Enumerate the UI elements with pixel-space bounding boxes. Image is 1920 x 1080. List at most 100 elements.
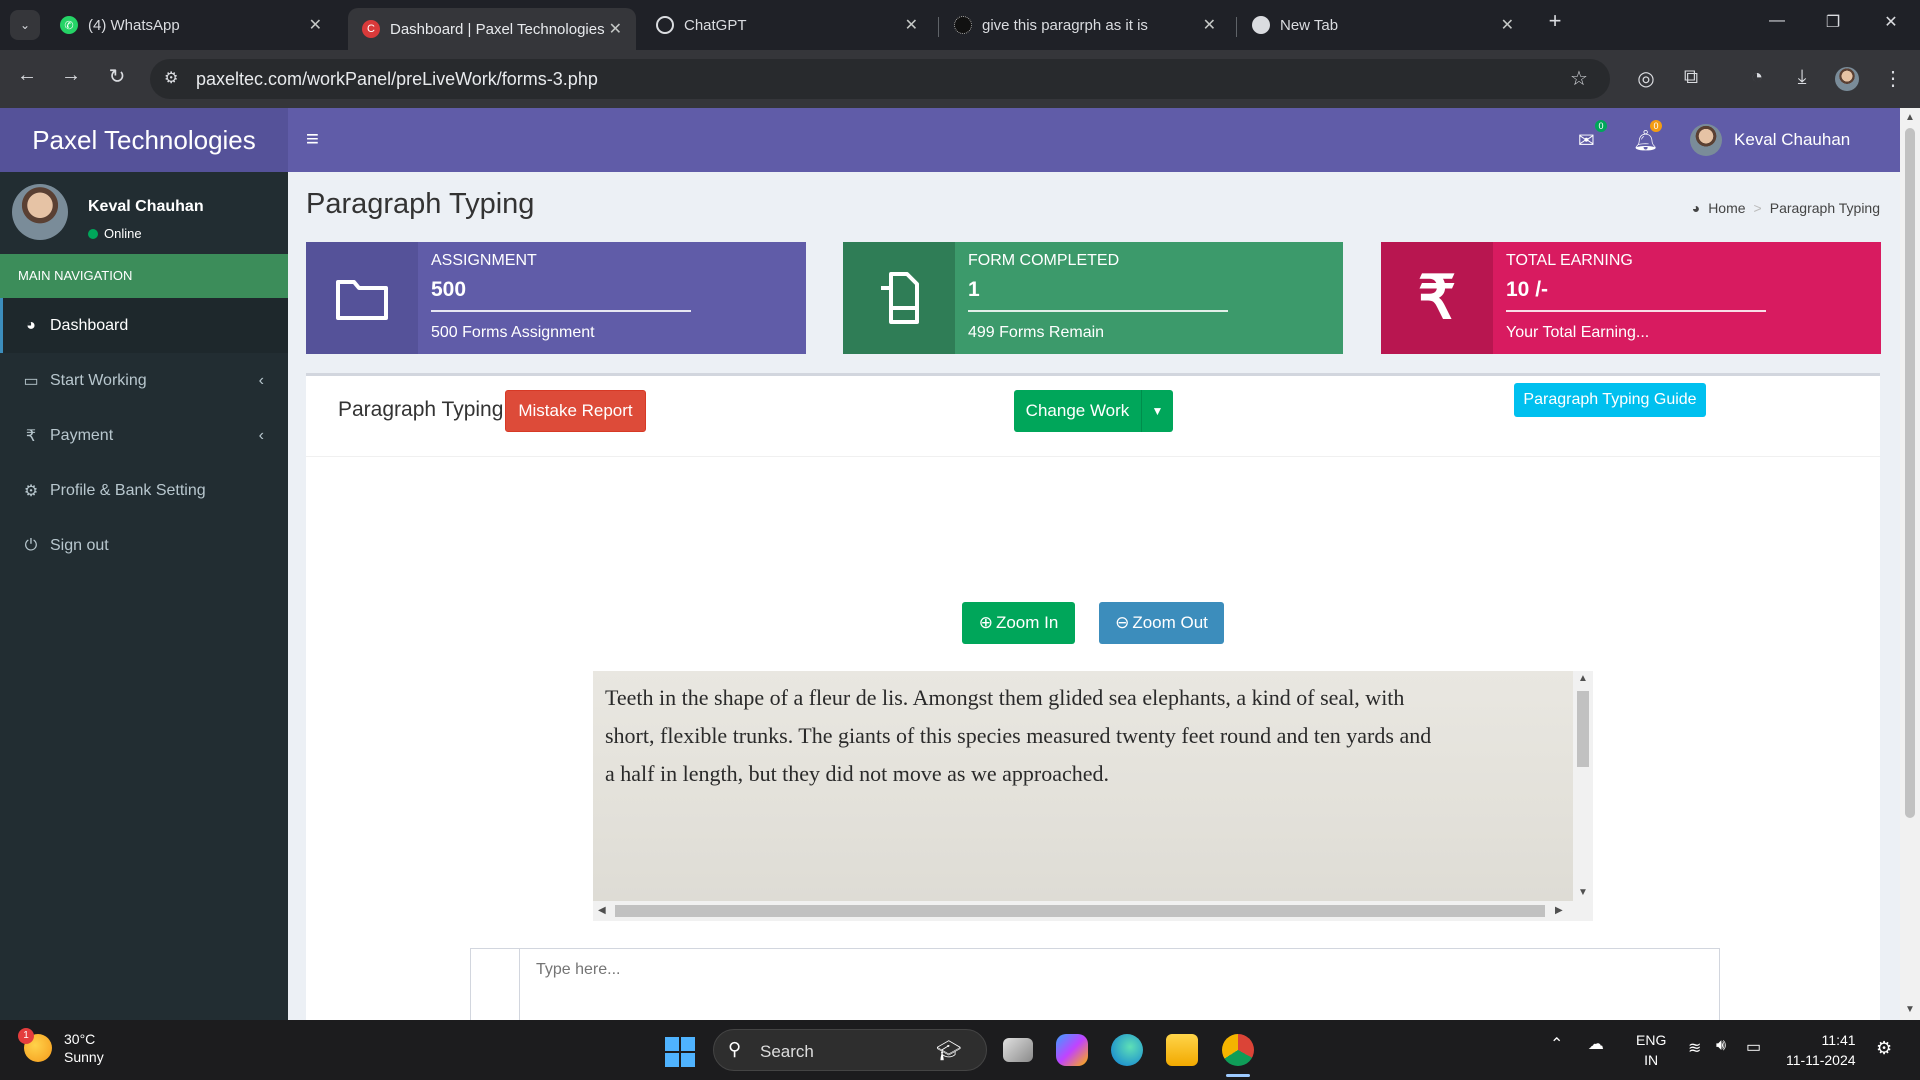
download-icon[interactable]: ⤓ — [1789, 66, 1815, 89]
close-tab-icon[interactable]: ✕ — [309, 15, 322, 35]
weather-temperature: 30°C — [64, 1031, 96, 1047]
user-avatar — [12, 184, 68, 240]
zoom-out-button[interactable]: ⊖ Zoom Out — [1099, 602, 1224, 644]
info-box-value: 1 — [968, 278, 980, 301]
windows-start-icon[interactable] — [665, 1037, 695, 1067]
scroll-down-icon[interactable]: ▼ — [1578, 887, 1588, 898]
info-box-value: 10 /- — [1506, 278, 1549, 301]
language-indicator[interactable]: ENG IN — [1636, 1030, 1666, 1070]
change-work-dropdown-icon[interactable]: ▼ — [1141, 390, 1173, 432]
change-work-button[interactable]: Change Work — [1014, 390, 1141, 432]
sidebar-item-sign-out[interactable]: ⏻ Sign out — [0, 518, 288, 573]
info-box-label: TOTAL EARNING — [1506, 252, 1633, 269]
scroll-left-icon[interactable]: ◀ — [598, 905, 606, 916]
edge-icon[interactable] — [1111, 1034, 1143, 1066]
typing-textarea[interactable] — [521, 949, 1719, 1020]
bookmark-star-icon[interactable]: ☆ — [1570, 66, 1588, 91]
scrollbar-thumb[interactable] — [615, 905, 1545, 917]
weather-widget[interactable]: 1 30°C Sunny — [18, 1028, 104, 1066]
minimize-button[interactable]: — — [1762, 12, 1792, 30]
new-tab-button[interactable]: + — [1540, 8, 1570, 34]
clock-time: 11:41 — [1821, 1032, 1856, 1048]
scrollbar-thumb[interactable] — [1577, 691, 1589, 767]
page-vertical-scrollbar[interactable]: ▲ ▼ — [1900, 108, 1920, 1020]
tab-title: (4) WhatsApp — [88, 16, 180, 34]
info-box-progress — [431, 310, 691, 312]
extensions-puzzle-icon[interactable]: ⧉ — [1678, 66, 1704, 89]
sidebar-item-start-working[interactable]: ▭ Start Working ‹ — [0, 353, 288, 408]
chrome-taskbar-icon[interactable] — [1222, 1034, 1254, 1066]
sidebar-item-dashboard[interactable]: ◕ Dashboard — [0, 298, 288, 353]
rupee-icon: ₹ — [1381, 242, 1493, 354]
navbar-user-name[interactable]: Keval Chauhan — [1734, 130, 1850, 150]
tab-search-button[interactable]: ⌄ — [10, 10, 40, 40]
system-tray[interactable]: ⌃ ☁ — [1550, 1034, 1604, 1054]
user-panel: Keval Chauhan Online — [0, 172, 288, 254]
zoom-in-icon: ⊕ — [978, 613, 993, 632]
volume-icon[interactable]: 🔊︎ — [1716, 1037, 1726, 1055]
file-explorer-icon[interactable] — [1166, 1034, 1198, 1066]
scroll-right-icon[interactable]: ▶ — [1555, 905, 1563, 916]
image-vertical-scrollbar[interactable]: ▲ ▼ — [1573, 671, 1593, 901]
paragraph-typing-guide-button[interactable]: Paragraph Typing Guide — [1514, 383, 1706, 417]
mail-icon[interactable]: ✉ — [1578, 128, 1595, 153]
sun-icon: 1 — [18, 1028, 52, 1062]
scroll-up-icon[interactable]: ▲ — [1905, 112, 1915, 123]
reload-button[interactable]: ↻ — [102, 64, 132, 89]
site-info-icon[interactable]: ⚙ — [164, 68, 178, 88]
forward-button[interactable]: → — [56, 64, 86, 87]
paragraph-image-viewer[interactable]: Teeth in the shape of a fleur de lis. Am… — [593, 671, 1593, 921]
tab-chatgpt[interactable]: ChatGPT ✕ — [642, 8, 932, 42]
main-navigation-header: MAIN NAVIGATION — [0, 254, 288, 298]
ai-chat-icon — [954, 16, 972, 34]
active-app-indicator — [1226, 1074, 1250, 1077]
tab-give-paragraph[interactable]: give this paragrph as it is ✕ — [940, 8, 1230, 42]
wifi-icon[interactable]: ≋ — [1688, 1038, 1701, 1058]
chevron-up-icon[interactable]: ⌃ — [1550, 1036, 1563, 1053]
navbar-user-avatar[interactable] — [1690, 124, 1722, 156]
breadcrumb-home-link[interactable]: Home — [1708, 200, 1745, 216]
profile-avatar[interactable] — [1835, 67, 1859, 91]
copilot-icon[interactable] — [1056, 1034, 1088, 1066]
taskbar-search[interactable]: ⚲ Search 🎓︎ — [713, 1029, 987, 1071]
image-horizontal-scrollbar[interactable]: ◀ ▶ — [593, 901, 1573, 921]
address-bar[interactable]: ⚙ paxeltec.com/workPanel/preLiveWork/for… — [150, 59, 1610, 99]
task-view-icon[interactable] — [1003, 1038, 1033, 1062]
monitor-icon: ▭ — [23, 372, 39, 390]
sidebar-item-profile-bank[interactable]: ⚙ Profile & Bank Setting — [0, 463, 288, 518]
cloud-offline-icon[interactable]: ☁ — [1588, 1036, 1604, 1053]
weather-description: Sunny — [64, 1049, 104, 1065]
battery-icon[interactable]: ▭ — [1746, 1037, 1761, 1057]
chrome-icon — [1252, 16, 1270, 34]
scroll-up-icon[interactable]: ▲ — [1578, 673, 1588, 684]
close-window-button[interactable]: ✕ — [1876, 12, 1906, 32]
restore-button[interactable]: ❐ — [1818, 12, 1848, 32]
clock[interactable]: 11:41 11-11-2024 — [1786, 1030, 1856, 1070]
chrome-menu-icon[interactable]: ⋮ — [1880, 66, 1906, 91]
hamburger-menu-icon[interactable]: ≡ — [306, 126, 319, 152]
tab-whatsapp[interactable]: ✆ (4) WhatsApp ✕ — [46, 8, 336, 42]
notifications-icon[interactable]: ⚙ — [1876, 1038, 1892, 1059]
sidebar-item-label: Dashboard — [50, 316, 129, 334]
scrollbar-thumb[interactable] — [1905, 128, 1915, 818]
performance-icon[interactable]: ◔ — [1744, 66, 1770, 89]
mistake-report-button[interactable]: Mistake Report — [505, 390, 646, 432]
extension-target-icon[interactable]: ◎ — [1633, 66, 1659, 91]
region-code: IN — [1644, 1052, 1659, 1068]
tab-dashboard[interactable]: C Dashboard | Paxel Technologies ✕ — [348, 8, 636, 50]
scroll-down-icon[interactable]: ▼ — [1905, 1004, 1915, 1015]
chatgpt-icon — [656, 16, 674, 34]
close-tab-icon[interactable]: ✕ — [905, 15, 918, 35]
graduation-cap-icon: 🎓︎ — [936, 1040, 962, 1062]
sidebar-item-payment[interactable]: ₹ Payment ‹ — [0, 408, 288, 463]
paxel-icon: C — [362, 20, 380, 38]
close-tab-icon[interactable]: ✕ — [609, 19, 622, 39]
tab-new-tab[interactable]: New Tab ✕ — [1238, 8, 1528, 42]
close-tab-icon[interactable]: ✕ — [1203, 15, 1216, 35]
tab-title: ChatGPT — [684, 16, 747, 34]
close-tab-icon[interactable]: ✕ — [1501, 15, 1514, 35]
clock-date: 11-11-2024 — [1786, 1052, 1856, 1068]
brand-logo[interactable]: Paxel Technologies — [0, 108, 288, 172]
zoom-in-button[interactable]: ⊕ Zoom In — [962, 602, 1075, 644]
back-button[interactable]: ← — [12, 64, 42, 87]
